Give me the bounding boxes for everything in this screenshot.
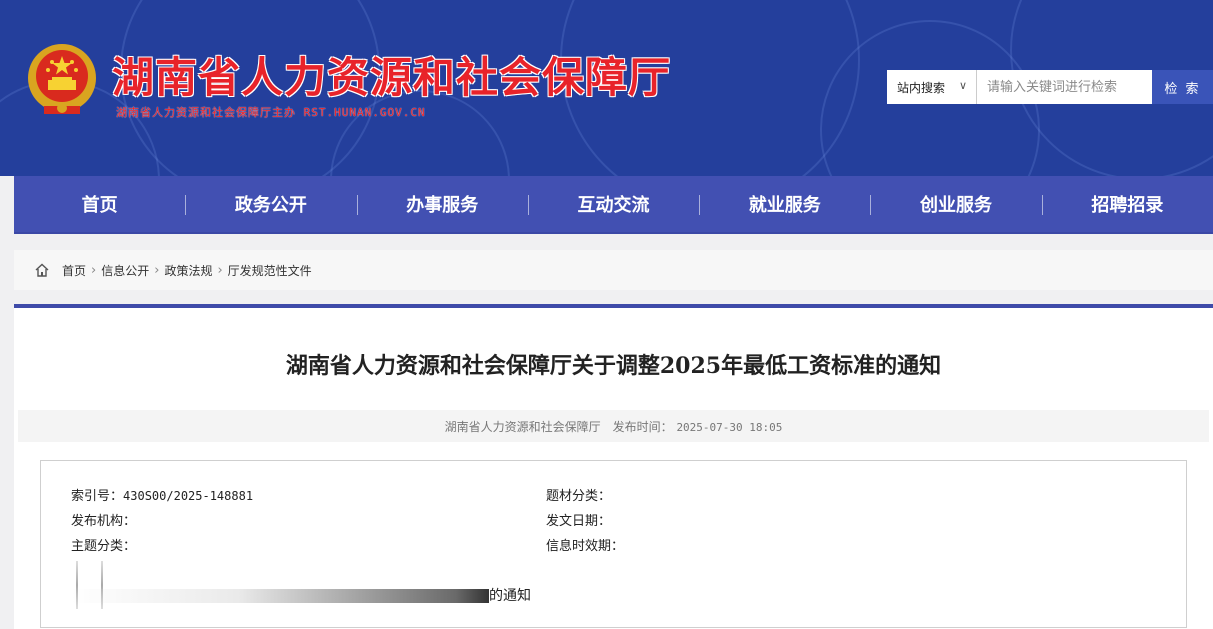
nav-item-home[interactable]: 首页 [14,176,185,232]
site-title[interactable]: 湖南省人力资源和社会保障厅 [112,44,671,105]
redaction-bar [71,589,489,603]
article-publisher: 湖南省人力资源和社会保障厅 [444,419,601,434]
site-header: 湖南省人力资源和社会保障厅 湖南省人力资源和社会保障厅主办 RST.HUNAN.… [0,0,1213,176]
search-button[interactable]: 检 索 [1152,70,1213,104]
breadcrumb: 首页 › 信息公开 › 政策法规 › 厅发规范性文件 [14,250,1213,290]
info-genre: 题材分类： [546,485,611,504]
validity-label: 信息时效期： [546,539,625,554]
main-nav: 首页 政务公开 办事服务 互动交流 就业服务 创业服务 招聘招录 [14,176,1213,234]
nav-item-interaction[interactable]: 互动交流 [527,176,699,232]
index-label: 索引号： [71,489,124,504]
nav-item-entrepreneurship[interactable]: 创业服务 [870,176,1041,232]
index-value: 430S00/2025-148881 [123,489,254,503]
info-topic: 主题分类： [71,535,136,554]
breadcrumb-policy[interactable]: 政策法规 [164,262,212,279]
breadcrumb-separator: › [91,262,97,278]
info-date: 发文日期： [546,510,611,529]
genre-label: 题材分类： [546,489,612,504]
breadcrumb-separator: › [154,262,160,278]
topic-label: 主题分类： [71,539,137,554]
search-input[interactable] [977,70,1152,104]
breadcrumb-separator: › [217,262,223,278]
nav-item-employment[interactable]: 就业服务 [699,176,870,232]
site-subtitle: 湖南省人力资源和社会保障厅主办 RST.HUNAN.GOV.CN [116,106,426,119]
publish-time-label: 发布时间： [612,419,673,434]
document-name-tail: 的通知 [489,588,531,604]
date-label: 发文日期： [546,514,612,529]
article-panel: 湖南省人力资源和社会保障厅关于调整2025年最低工资标准的通知 湖南省人力资源和… [14,304,1213,629]
national-emblem-icon[interactable] [22,40,102,120]
search-bar: 站内搜索 ∨ 检 索 [887,70,1213,104]
nav-item-recruitment[interactable]: 招聘招录 [1041,176,1213,232]
publish-time: 2025-07-30 18:05 [676,420,783,434]
chevron-down-icon: ∨ [958,79,967,92]
home-icon[interactable] [34,262,50,278]
issuer-label: 发布机构： [71,514,137,529]
article-meta: 湖南省人力资源和社会保障厅 发布时间： 2025-07-30 18:05 [18,410,1209,442]
nav-item-services[interactable]: 办事服务 [356,176,528,232]
search-scope-select[interactable]: 站内搜索 ∨ [887,70,977,104]
info-issuer: 发布机构： [71,510,136,529]
breadcrumb-info-public[interactable]: 信息公开 [101,262,149,279]
search-scope-label: 站内搜索 [897,80,946,95]
article-title: 湖南省人力资源和社会保障厅关于调整2025年最低工资标准的通知 [285,353,942,379]
document-info-box: 索引号：430S00/2025-148881 发布机构： 主题分类： 题材分类：… [40,460,1187,628]
breadcrumb-normative-docs[interactable]: 厅发规范性文件 [228,262,312,279]
nav-item-gov-affairs[interactable]: 政务公开 [185,176,356,232]
info-validity: 信息时效期： [546,535,624,554]
info-index: 索引号：430S00/2025-148881 [71,485,253,504]
breadcrumb-home[interactable]: 首页 [62,262,86,279]
